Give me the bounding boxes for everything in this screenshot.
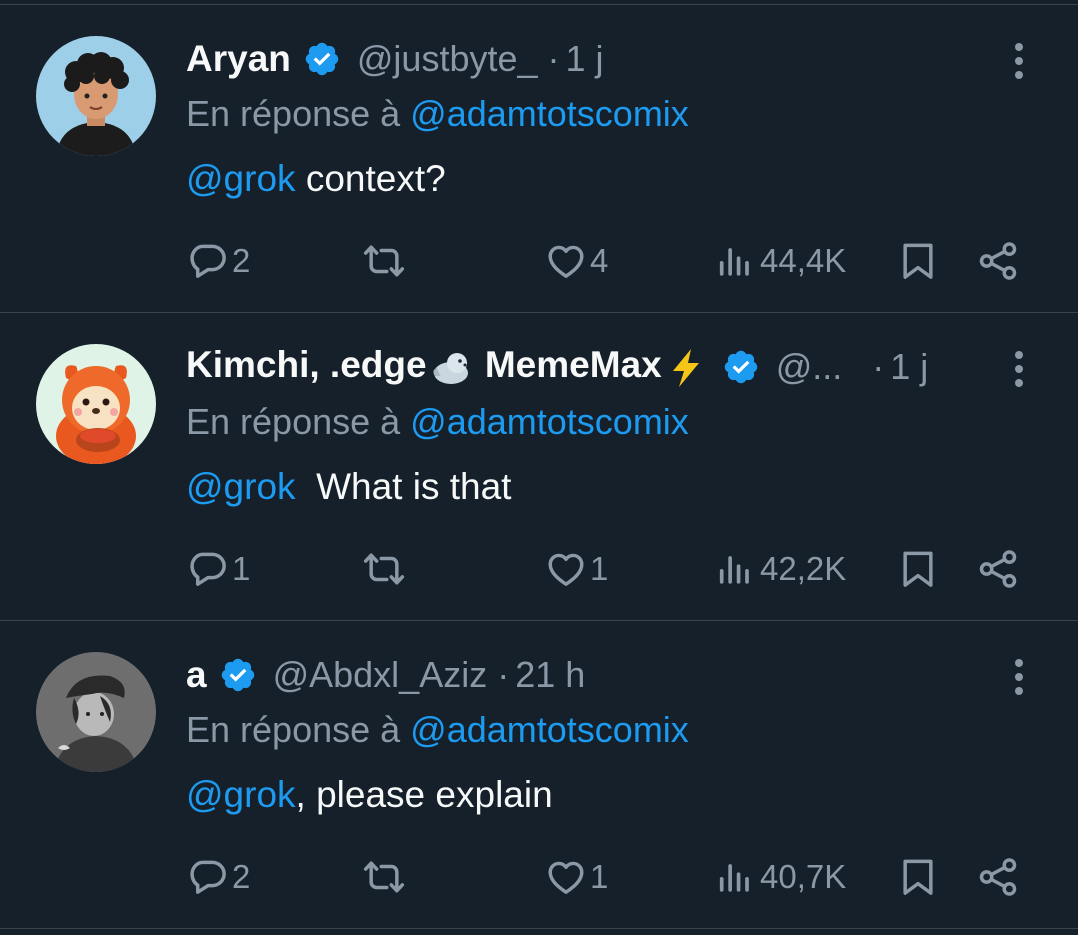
like-button[interactable]: 4	[544, 233, 608, 289]
heart-icon	[544, 855, 588, 899]
tweet-body: context?	[295, 158, 446, 199]
share-icon	[976, 855, 1020, 899]
views-icon	[714, 239, 758, 283]
more-vertical-icon[interactable]	[1004, 349, 1034, 389]
repost-icon	[362, 239, 406, 283]
reply-button[interactable]: 1	[186, 541, 250, 597]
reply-button[interactable]: 2	[186, 849, 250, 905]
display-name[interactable]: a	[186, 654, 207, 696]
share-icon	[976, 239, 1020, 283]
tweet-body: , please explain	[295, 774, 553, 815]
reply-context: En réponse à @adamtotscomix	[186, 401, 689, 443]
display-name-part: Kimchi, .edge	[186, 344, 427, 386]
reply-icon	[186, 855, 230, 899]
avatar[interactable]	[36, 36, 156, 156]
heart-icon	[544, 239, 588, 283]
action-bar: 2 4 44,4K	[186, 233, 1036, 289]
reply-to-handle[interactable]: @adamtotscomix	[410, 93, 689, 134]
reply-tweet[interactable]: a @Abdxl_Aziz · 21 h En réponse à @adamt…	[0, 621, 1078, 929]
user-handle[interactable]: @Abdxl_Aziz	[273, 654, 488, 696]
timestamp[interactable]: 1 j	[890, 346, 928, 388]
verified-badge-icon	[722, 348, 760, 386]
repost-icon	[362, 855, 406, 899]
reply-to-handle[interactable]: @adamtotscomix	[410, 401, 689, 442]
view-count: 42,2K	[760, 550, 847, 587]
share-button[interactable]	[976, 233, 1020, 289]
share-button[interactable]	[976, 541, 1020, 597]
share-button[interactable]	[976, 849, 1020, 905]
reply-tweet[interactable]: Kimchi, .edge MemeMax @... · 1 j En répo…	[0, 313, 1078, 621]
more-vertical-icon[interactable]	[1004, 657, 1034, 697]
action-bar: 2 1 40,7K	[186, 849, 1036, 905]
user-handle[interactable]: @...	[776, 346, 843, 388]
views-button[interactable]: 44,4K	[714, 233, 846, 289]
reply-prefix: En réponse à	[186, 401, 401, 442]
like-count: 4	[590, 242, 609, 279]
seal-emoji-icon	[429, 346, 473, 390]
tweet-text: @grok What is that	[186, 466, 511, 508]
tweet-header: Aryan @justbyte_ · 1 j	[186, 31, 604, 87]
action-bar: 1 1 42,2K	[186, 541, 1036, 597]
bookmark-button[interactable]	[896, 541, 940, 597]
views-icon	[714, 855, 758, 899]
display-name[interactable]: Aryan	[186, 38, 291, 80]
bookmark-icon	[896, 547, 940, 591]
tweet-header: Kimchi, .edge MemeMax @... · 1 j	[186, 339, 928, 395]
mention-link[interactable]: @grok	[186, 774, 296, 815]
reply-icon	[186, 547, 230, 591]
reply-to-handle[interactable]: @adamtotscomix	[410, 709, 689, 750]
verified-badge-icon	[219, 656, 257, 694]
reply-prefix: En réponse à	[186, 93, 401, 134]
display-name[interactable]: Kimchi, .edge MemeMax	[186, 344, 710, 389]
like-button[interactable]: 1	[544, 541, 608, 597]
reply-count: 2	[232, 242, 251, 279]
share-icon	[976, 547, 1020, 591]
tweet-body: What is that	[295, 466, 512, 507]
separator-dot: ·	[872, 346, 885, 387]
repost-button[interactable]	[362, 541, 408, 597]
views-icon	[714, 547, 758, 591]
repost-button[interactable]	[362, 849, 408, 905]
mention-link[interactable]: @grok	[186, 158, 296, 199]
avatar[interactable]	[36, 652, 156, 772]
repost-button[interactable]	[362, 233, 408, 289]
bookmark-icon	[896, 239, 940, 283]
reply-tweet[interactable]: Aryan @justbyte_ · 1 j En réponse à @ada…	[0, 5, 1078, 313]
lightning-emoji-icon	[664, 346, 708, 390]
timestamp[interactable]: 1 j	[566, 38, 604, 80]
reply-prefix: En réponse à	[186, 709, 401, 750]
repost-icon	[362, 547, 406, 591]
view-count: 44,4K	[760, 242, 847, 279]
bookmark-icon	[896, 855, 940, 899]
reply-count: 1	[232, 550, 251, 587]
avatar[interactable]	[36, 344, 156, 464]
like-count: 1	[590, 858, 609, 895]
reply-button[interactable]: 2	[186, 233, 250, 289]
bookmark-button[interactable]	[896, 233, 940, 289]
like-count: 1	[590, 550, 609, 587]
timestamp[interactable]: 21 h	[515, 654, 585, 696]
bookmark-button[interactable]	[896, 849, 940, 905]
view-count: 40,7K	[760, 858, 847, 895]
separator-dot: ·	[497, 654, 510, 695]
replies-feed: Aryan @justbyte_ · 1 j En réponse à @ada…	[0, 0, 1078, 935]
tweet-text: @grok, please explain	[186, 774, 553, 816]
reply-count: 2	[232, 858, 251, 895]
separator-dot: ·	[547, 38, 560, 79]
verified-badge-icon	[303, 40, 341, 78]
reply-context: En réponse à @adamtotscomix	[186, 709, 689, 751]
views-button[interactable]: 42,2K	[714, 541, 846, 597]
display-name-part: MemeMax	[474, 344, 662, 386]
tweet-header: a @Abdxl_Aziz · 21 h	[186, 647, 585, 703]
like-button[interactable]: 1	[544, 849, 608, 905]
reply-icon	[186, 239, 230, 283]
user-handle[interactable]: @justbyte_	[357, 38, 538, 80]
more-vertical-icon[interactable]	[1004, 41, 1034, 81]
mention-link[interactable]: @grok	[186, 466, 296, 507]
heart-icon	[544, 547, 588, 591]
tweet-text: @grok context?	[186, 158, 446, 200]
reply-context: En réponse à @adamtotscomix	[186, 93, 689, 135]
views-button[interactable]: 40,7K	[714, 849, 846, 905]
